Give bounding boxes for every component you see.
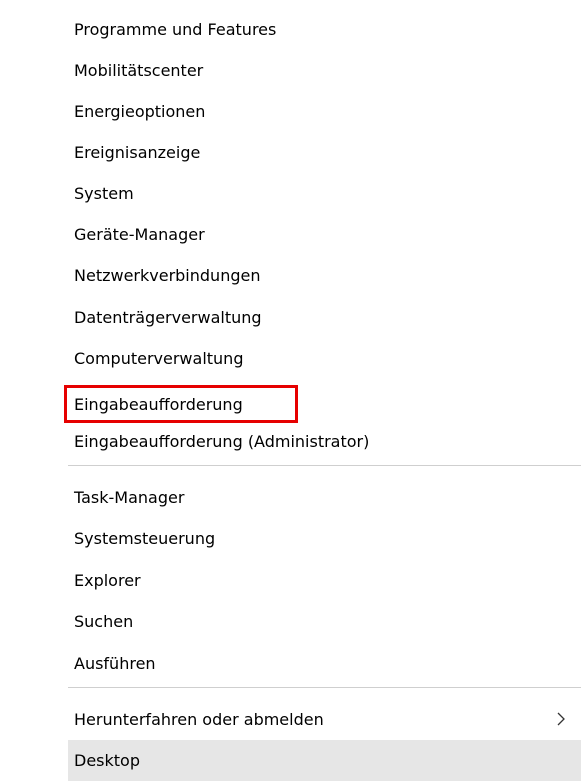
menu-item-label: Mobilitätscenter <box>74 60 204 80</box>
menu-item-control-panel[interactable]: Systemsteuerung <box>0 518 581 559</box>
menu-item-label: Computerverwaltung <box>74 348 244 368</box>
menu-item-label: Geräte-Manager <box>74 224 205 244</box>
menu-item-shutdown-or-sign-out[interactable]: Herunterfahren oder abmelden <box>0 699 581 740</box>
menu-item-disk-management[interactable]: Datenträgerverwaltung <box>0 297 581 338</box>
menu-item-label: System <box>74 183 134 203</box>
menu-item-system[interactable]: System <box>0 173 581 214</box>
winx-context-menu: Programme und Features Mobilitätscenter … <box>0 0 581 781</box>
menu-item-network-connections[interactable]: Netzwerkverbindungen <box>0 255 581 296</box>
menu-item-mobility-center[interactable]: Mobilitätscenter <box>0 50 581 91</box>
menu-item-computer-management[interactable]: Computerverwaltung <box>0 338 581 379</box>
menu-item-label: Ereignisanzeige <box>74 142 201 162</box>
menu-item-explorer[interactable]: Explorer <box>0 560 581 601</box>
menu-item-label: Netzwerkverbindungen <box>74 265 261 285</box>
menu-separator <box>68 687 581 688</box>
menu-item-event-viewer[interactable]: Ereignisanzeige <box>0 132 581 173</box>
menu-item-run[interactable]: Ausführen <box>0 643 581 684</box>
menu-item-programs-and-features[interactable]: Programme und Features <box>0 9 581 50</box>
menu-item-label: Datenträgerverwaltung <box>74 307 262 327</box>
menu-item-command-prompt-admin[interactable]: Eingabeaufforderung (Administrator) <box>0 421 581 462</box>
menu-item-label: Suchen <box>74 611 134 631</box>
menu-item-label: Systemsteuerung <box>74 528 216 548</box>
menu-item-label: Ausführen <box>74 653 156 673</box>
menu-item-task-manager[interactable]: Task-Manager <box>0 477 581 518</box>
menu-separator <box>68 465 581 466</box>
menu-item-label: Programme und Features <box>74 19 277 39</box>
menu-item-device-manager[interactable]: Geräte-Manager <box>0 214 581 255</box>
menu-item-power-options[interactable]: Energieoptionen <box>0 91 581 132</box>
menu-item-label: Task-Manager <box>74 487 185 507</box>
menu-item-label: Eingabeaufforderung (Administrator) <box>74 431 370 451</box>
menu-item-desktop[interactable]: Desktop <box>68 740 581 781</box>
menu-item-search[interactable]: Suchen <box>0 601 581 642</box>
menu-item-label: Eingabeaufforderung <box>74 394 243 414</box>
menu-item-label: Energieoptionen <box>74 101 206 121</box>
menu-item-label: Desktop <box>74 750 140 770</box>
chevron-right-icon <box>553 711 569 727</box>
menu-item-label: Herunterfahren oder abmelden <box>74 709 324 729</box>
menu-item-command-prompt[interactable]: Eingabeaufforderung <box>0 384 581 425</box>
menu-item-label: Explorer <box>74 570 141 590</box>
